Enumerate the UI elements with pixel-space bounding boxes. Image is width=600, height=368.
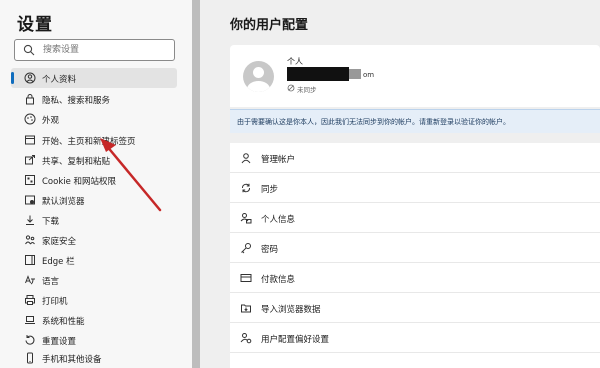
menu-item-label: 导入浏览器数据 — [261, 305, 321, 315]
cookie-icon — [25, 175, 35, 185]
menu-item-passwords[interactable]: 密码 — [230, 233, 600, 263]
browser-icon — [25, 195, 35, 205]
sidebar-item-default-browser[interactable]: 默认浏览器 — [11, 190, 177, 210]
menu-item-label: 用户配置偏好设置 — [261, 335, 330, 345]
menu-item-manage-account[interactable]: 管理帐户 — [230, 143, 600, 173]
panel-divider — [192, 0, 200, 368]
sidebar-item-phone-devices[interactable]: 手机和其他设备 — [11, 348, 177, 368]
sync-status: 未同步 — [297, 86, 317, 94]
profile-icon — [24, 72, 36, 84]
sidebar-item-label: 共享、复制和粘贴 — [42, 157, 111, 167]
phone-icon — [27, 352, 33, 364]
menu-item-label: 密码 — [261, 245, 279, 255]
sync-off-icon — [287, 84, 295, 92]
sidebar-item-label: 重置设置 — [42, 337, 77, 347]
search-input[interactable] — [43, 42, 167, 58]
menu-item-label: 付款信息 — [261, 275, 296, 285]
page-title: 你的用户配置 — [230, 18, 309, 33]
sidebar-item-system-performance[interactable]: 系统和性能 — [11, 310, 177, 330]
search-icon — [23, 44, 35, 56]
menu-item-sync[interactable]: 同步 — [230, 173, 600, 203]
sync-warning-banner: 由于需要确认这是你本人，因此我们无法同步到你的帐户。请重新登录以验证你的帐户。 — [230, 109, 600, 133]
redacted-email-part — [349, 69, 361, 79]
sidebar-item-label: Edge 栏 — [42, 257, 75, 267]
personal-info-icon — [240, 213, 252, 224]
sidebar-item-label: 语言 — [42, 277, 60, 287]
menu-item-profile-preferences[interactable]: 用户配置偏好设置 — [230, 323, 600, 353]
profile-menu-list: 管理帐户 同步 个人信息 密码 付款信息 导入浏览器数据 用户配置偏好设置 — [230, 143, 600, 368]
sync-icon — [242, 183, 250, 193]
sidebar-item-label: Cookie 和网站权限 — [42, 177, 117, 187]
sidebar-item-languages[interactable]: 语言 — [11, 270, 177, 290]
sidebar-item-appearance[interactable]: 外观 — [11, 109, 177, 129]
sidebar-item-label: 下载 — [42, 217, 60, 227]
download-icon — [26, 215, 34, 225]
language-icon — [25, 275, 35, 285]
sidebar-item-label: 家庭安全 — [42, 237, 77, 247]
sidebar-item-downloads[interactable]: 下载 — [11, 210, 177, 230]
lock-icon — [26, 94, 34, 105]
sidebar-item-label: 手机和其他设备 — [42, 355, 102, 365]
profile-card: 个人 om 未同步 — [230, 45, 600, 107]
sidebar-item-cookies[interactable]: Cookie 和网站权限 — [11, 170, 177, 190]
sidebar-item-start-home-newtab[interactable]: 开始、主页和新建标签页 — [11, 130, 177, 150]
reset-icon — [25, 335, 35, 345]
card-icon — [240, 274, 252, 282]
printer-icon — [25, 295, 35, 305]
menu-item-import-browser-data[interactable]: 导入浏览器数据 — [230, 293, 600, 323]
active-indicator — [11, 72, 14, 84]
sidebar-item-privacy[interactable]: 隐私、搜索和服务 — [11, 89, 177, 109]
search-box[interactable] — [14, 39, 175, 61]
menu-item-label: 个人信息 — [261, 215, 296, 225]
key-icon — [241, 243, 251, 254]
sidebar-item-reset-settings[interactable]: 重置设置 — [11, 330, 177, 350]
settings-sidebar: 设置 个人资料 隐私、搜索和服务 外观 开始、主页和新建标签页 共享、复制和粘贴… — [0, 0, 192, 368]
import-icon — [241, 304, 251, 313]
profile-prefs-icon — [240, 333, 252, 344]
menu-item-label: 管理帐户 — [261, 155, 296, 165]
sidebar-item-label: 开始、主页和新建标签页 — [42, 137, 136, 147]
sidebar-title: 设置 — [17, 15, 53, 35]
avatar — [243, 61, 274, 92]
profile-name: 个人 — [287, 57, 303, 66]
family-icon — [25, 235, 35, 245]
redacted-email — [287, 67, 349, 81]
profile-settings-panel: 你的用户配置 个人 om 未同步 由于需要确认这是你本人，因此我们无法同步到你的… — [200, 0, 600, 368]
sidebar-item-family-safety[interactable]: 家庭安全 — [11, 230, 177, 250]
menu-item-payment-info[interactable]: 付款信息 — [230, 263, 600, 293]
sidebar-item-printers[interactable]: 打印机 — [11, 290, 177, 310]
home-tab-icon — [25, 135, 35, 145]
sidebar-item-share-copy-paste[interactable]: 共享、复制和粘贴 — [11, 150, 177, 170]
sidebar-item-profile[interactable]: 个人资料 — [11, 68, 177, 88]
menu-item-personal-info[interactable]: 个人信息 — [230, 203, 600, 233]
user-icon — [241, 153, 251, 164]
profile-email-suffix: om — [363, 71, 375, 79]
edge-bar-icon — [25, 255, 35, 265]
sidebar-item-label: 打印机 — [42, 297, 68, 307]
sidebar-item-edge-bar[interactable]: Edge 栏 — [11, 250, 177, 270]
sidebar-item-label: 系统和性能 — [42, 317, 85, 327]
sidebar-item-label: 隐私、搜索和服务 — [42, 96, 111, 106]
sidebar-item-label: 默认浏览器 — [42, 197, 85, 207]
banner-text: 由于需要确认这是你本人，因此我们无法同步到你的帐户。请重新登录以验证你的帐户。 — [237, 118, 510, 126]
menu-item-label: 同步 — [261, 185, 279, 195]
appearance-icon — [24, 113, 36, 125]
sidebar-item-label: 个人资料 — [42, 75, 77, 85]
sidebar-item-label: 外观 — [42, 116, 60, 126]
laptop-icon — [25, 316, 35, 324]
share-icon — [25, 155, 35, 165]
